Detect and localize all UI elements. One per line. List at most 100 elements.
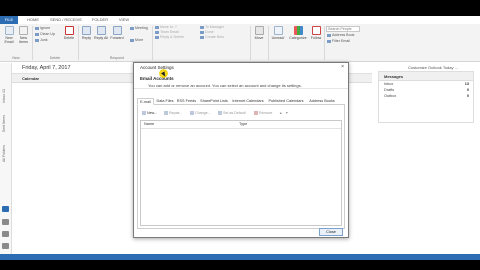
row-count: 0 — [466, 94, 469, 98]
check-icon — [218, 111, 222, 116]
tab-data-files[interactable]: Data Files — [155, 98, 175, 105]
dialog-heading: Email Accounts — [140, 76, 174, 81]
delete-label: Delete — [63, 36, 75, 40]
set-default-label: Set as Default — [223, 111, 246, 115]
to-manager-icon — [200, 25, 204, 29]
tab-send-receive[interactable]: SEND / RECEIVE — [48, 16, 84, 24]
row-name: Inbox — [384, 82, 394, 86]
change-button[interactable]: Change... — [190, 110, 211, 116]
change-label: Change... — [195, 111, 211, 115]
accounts-list-header: Name Type — [141, 121, 341, 129]
group-label-delete: Delete — [49, 56, 61, 60]
quickstep-create-new[interactable]: Create New — [200, 35, 224, 40]
repair-button[interactable]: Repair... — [164, 110, 182, 116]
nav-sent-items[interactable]: Sent Items — [2, 115, 6, 132]
new-account-button[interactable]: New... — [142, 110, 157, 116]
ribbon: New Email New Items New Ignore Clean Up … — [0, 24, 480, 62]
clean-up-icon — [35, 32, 39, 36]
new-items-label-2: Items — [19, 40, 28, 44]
nav-inbox[interactable]: Inbox 13 — [2, 89, 6, 103]
messages-row-outbox[interactable]: Outbox 0 — [379, 93, 473, 99]
remove-button[interactable]: Remove — [254, 110, 272, 116]
quickstep-reply-delete[interactable]: Reply & Delete — [155, 35, 184, 40]
reply-button[interactable]: Reply — [80, 26, 93, 40]
today-date: Friday, April 7, 2017 — [22, 65, 71, 71]
tab-address-books[interactable]: Address Books — [307, 98, 337, 105]
reply-all-button[interactable]: Reply All — [94, 26, 108, 40]
ribbon-divider — [152, 26, 153, 60]
new-items-button[interactable]: New Items — [17, 26, 30, 44]
ignore-label: Ignore — [40, 26, 51, 30]
address-book-button[interactable]: Address Book — [327, 33, 354, 38]
tab-home[interactable]: HOME — [22, 16, 44, 24]
categorize-button[interactable]: Categorize — [288, 26, 308, 40]
to-manager-label: To Manager — [205, 25, 224, 29]
move-button[interactable]: Move — [252, 26, 266, 40]
repair-icon — [164, 111, 168, 116]
new-email-label-2: Email — [4, 40, 14, 44]
clean-up-label: Clean Up — [40, 32, 55, 36]
repair-label: Repair... — [169, 111, 183, 115]
new-email-button[interactable]: New Email — [2, 26, 16, 44]
nav-all-folders[interactable]: All Folders — [2, 145, 6, 162]
ribbon-divider — [32, 26, 33, 60]
more-button[interactable]: More — [130, 38, 143, 43]
clean-up-button[interactable]: Clean Up — [35, 32, 55, 37]
people-icon[interactable] — [2, 231, 9, 237]
set-default-button[interactable]: Set as Default — [218, 110, 246, 116]
tab-email[interactable]: E-mail — [137, 98, 154, 105]
tasks-icon[interactable] — [2, 243, 9, 249]
close-icon[interactable]: × — [341, 64, 344, 70]
dialog-description: You can add or remove an account. You ca… — [148, 83, 302, 88]
calendar-icon[interactable] — [2, 219, 9, 225]
reply-all-icon — [96, 26, 106, 35]
ignore-button[interactable]: Ignore — [35, 26, 50, 31]
reply-all-label: Reply All — [94, 36, 108, 40]
junk-icon — [35, 38, 39, 42]
meeting-label: Meeting — [135, 26, 148, 30]
flag-icon — [311, 26, 321, 35]
tab-published-calendars[interactable]: Published Calendars — [266, 98, 306, 105]
tab-rss-feeds[interactable]: RSS Feeds — [176, 98, 197, 105]
ribbon-divider — [324, 26, 325, 60]
move-label: Move — [254, 36, 264, 40]
junk-label: Junk — [40, 38, 48, 42]
move-up-icon[interactable]: ▲ — [279, 110, 283, 116]
filter-email-label: Filter Email — [332, 39, 350, 43]
group-label-respond: Respond — [109, 56, 125, 60]
screen: FILE HOME SEND / RECEIVE FOLDER VIEW New… — [0, 0, 480, 270]
customize-outlook-today-link[interactable]: Customize Outlook Today ... — [408, 65, 458, 70]
tab-sharepoint-lists[interactable]: SharePoint Lists — [198, 98, 230, 105]
tab-file[interactable]: FILE — [0, 16, 18, 24]
meeting-button[interactable]: Meeting — [130, 26, 148, 31]
column-name[interactable]: Name — [144, 122, 154, 126]
create-new-label: Create New — [205, 35, 224, 39]
done-check-icon — [200, 30, 204, 34]
reply-delete-icon — [155, 35, 159, 39]
dialog-tabs: E-mail Data Files RSS Feeds SharePoint L… — [137, 98, 345, 105]
row-name: Outbox — [384, 94, 397, 98]
forward-arrow-icon — [112, 26, 122, 35]
search-people-input[interactable]: Search People — [326, 26, 360, 32]
column-type[interactable]: Type — [239, 122, 247, 126]
move-folder-icon — [254, 26, 264, 35]
accounts-list[interactable]: Name Type — [140, 120, 342, 226]
close-button[interactable]: Close — [319, 228, 343, 236]
follow-up-button[interactable]: Follow — [309, 26, 323, 40]
delete-button[interactable]: Delete — [62, 26, 76, 40]
tab-view[interactable]: VIEW — [114, 16, 134, 24]
tab-folder[interactable]: FOLDER — [88, 16, 112, 24]
change-icon — [190, 111, 194, 116]
forward-button[interactable]: Forward — [109, 26, 125, 40]
accounts-toolbar: New... Repair... Change... Set as Defaul… — [142, 110, 342, 116]
forward-label: Forward — [110, 36, 124, 40]
move-down-icon[interactable]: ▼ — [285, 110, 289, 116]
account-settings-dialog: Account Settings × Email Accounts You ca… — [133, 62, 349, 238]
reply-arrow-icon — [82, 26, 91, 35]
move-to-icon — [155, 25, 159, 29]
junk-button[interactable]: Junk — [35, 38, 48, 43]
tab-internet-calendars[interactable]: Internet Calendars — [231, 98, 265, 105]
unread-read-button[interactable]: Unread/ — [269, 26, 287, 40]
mail-icon[interactable] — [2, 206, 9, 212]
filter-email-button[interactable]: Filter Email — [327, 39, 350, 44]
